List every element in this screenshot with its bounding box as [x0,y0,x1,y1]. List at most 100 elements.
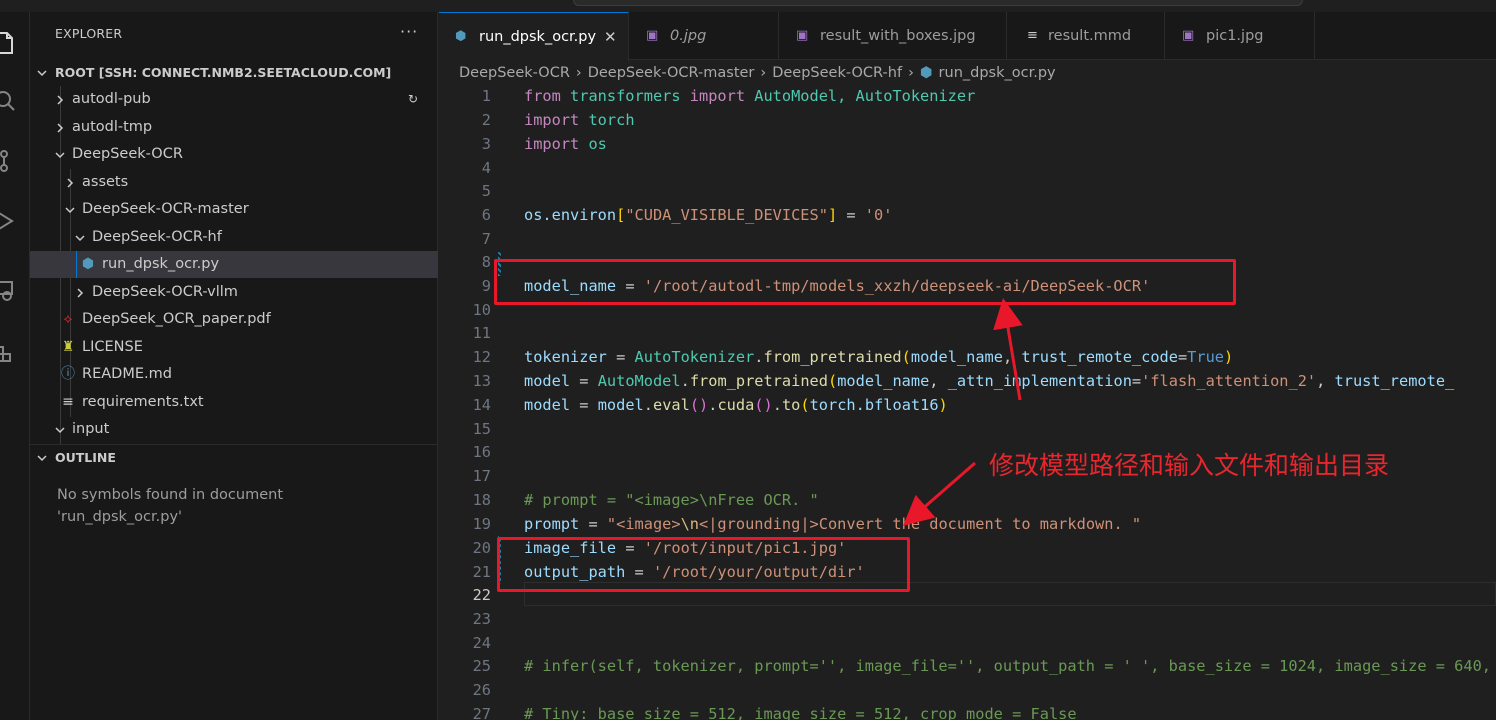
line-number: 10 [472,301,491,319]
chevron-down-icon [36,59,50,89]
line-number: 16 [472,443,491,461]
remote-explorer-icon[interactable] [0,278,18,304]
extensions-icon[interactable] [0,342,18,368]
line-number: 4 [481,159,491,177]
code-line-14: model = model.eval().cuda().to(torch.bfl… [524,396,948,414]
annotation-text: 修改模型路径和输入文件和输出目录 [989,451,1390,480]
breadcrumb-item[interactable]: DeepSeek-OCR-master [588,62,755,84]
line-number: 17 [472,467,491,485]
line-number: 22 [472,586,491,604]
outline-empty-message: No symbols found in document 'run_dpsk_o… [57,487,284,525]
tab-label: pic1.jpg [1206,28,1264,44]
python-icon: ⬢ [455,29,467,44]
tab-result-with-boxes[interactable]: ▣ result_with_boxes.jpg [779,12,1007,60]
tree-item-label: LICENSE [82,339,143,355]
code-line-19: prompt = "<image>\n<|grounding|>Convert … [524,515,1142,533]
tree-item-label: run_dpsk_ocr.py [102,256,220,272]
tree-item-label: assets [82,174,129,190]
line-number: 23 [472,610,491,628]
line-number: 24 [472,634,491,652]
tree-item-label: autodl-pub [72,91,151,107]
tree-item-label: DeepSeek-OCR-master [82,201,249,217]
line-number: 11 [472,324,491,342]
code-line-25: # infer(self, tokenizer, prompt='', imag… [524,657,1491,675]
code-line-13: model = AutoModel.from_pretrained(model_… [524,372,1455,390]
command-center[interactable] [573,0,1303,6]
root-folder[interactable]: ROOT [SSH: CONNECT.NMB2.SEETACLOUD.COM] [30,59,438,86]
info-icon: ⓘ [61,366,75,382]
tab-0-jpg[interactable]: ▣ 0.jpg [629,12,779,60]
code-line-3: import os [524,135,607,153]
tree-item-label: DeepSeek-OCR [72,146,183,162]
tab-label: run_dpsk_ocr.py [479,29,597,45]
image-icon: ▣ [646,28,659,43]
search-icon[interactable] [0,88,18,114]
code-line-18: # prompt = "<image>\nFree OCR. " [524,491,819,509]
breadcrumb: DeepSeek-OCR › DeepSeek-OCR-master › DeepSee… [459,62,1056,84]
line-number: 18 [472,491,491,509]
license-icon: ♜ [61,339,75,355]
text-lines-icon: ≡ [62,394,74,410]
chevron-down-icon [74,224,88,254]
line-number: 8 [481,253,491,271]
tab-label: 0.jpg [670,28,707,44]
tree-item-label: DeepSeek_OCR_paper.pdf [82,311,271,327]
line-number: 12 [472,348,491,366]
tree-item-autodl-pub[interactable]: autodl-pub ↻ [30,86,438,113]
tree-item-autodl-tmp[interactable]: autodl-tmp [30,114,438,141]
image-icon: ▣ [1182,28,1195,43]
tree-item-label: input [72,421,110,437]
line-number: 25 [472,657,491,675]
tree-item-deepseek-ocr-master[interactable]: DeepSeek-OCR-master [30,196,438,223]
line-number: 1 [481,87,491,105]
more-actions-button[interactable]: ··· [400,22,418,41]
chevron-right-icon: › [575,65,582,81]
highlight-box-model-path [494,259,1236,305]
code-editor[interactable]: 1 2 3 4 5 6 7 8 9 10 11 12 13 14 15 16 17 18 19 20 21 22 23 24 2… [439,84,1496,720]
line-number: 7 [481,230,491,248]
tree-item-label: autodl-tmp [72,119,153,135]
tree-item-input[interactable]: input [30,416,438,443]
chevron-down-icon [54,141,68,171]
chevron-right-icon [74,279,88,309]
line-number: 27 [472,705,491,720]
tree-item-paper-pdf[interactable]: ⟡ DeepSeek_OCR_paper.pdf [30,306,438,333]
sync-icon: ↻ [408,92,419,106]
chevron-right-icon [64,169,78,199]
line-number: 9 [481,277,491,295]
tree-item-deepseek-ocr[interactable]: DeepSeek-OCR [30,141,438,168]
tree-item-readme[interactable]: ⓘ README.md [30,361,438,388]
line-number: 6 [481,206,491,224]
chevron-down-icon [36,445,50,474]
breadcrumb-item[interactable]: DeepSeek-OCR [459,62,570,84]
tab-pic1-jpg[interactable]: ▣ pic1.jpg [1165,12,1315,60]
tree-item-assets[interactable]: assets [30,169,438,196]
files-icon[interactable] [0,30,18,56]
breadcrumb-item[interactable]: DeepSeek-OCR-hf [772,62,902,84]
line-number: 14 [472,396,491,414]
tree-item-license[interactable]: ♜ LICENSE [30,334,438,361]
outline-section-header[interactable]: OUTLINE [30,444,438,470]
chevron-down-icon [54,416,68,446]
line-number: 21 [472,563,491,581]
close-icon[interactable]: ✕ [604,13,617,61]
tree-item-requirements[interactable]: ≡ requirements.txt [30,389,438,416]
tree-item-label: requirements.txt [82,394,204,410]
tree-item-deepseek-ocr-vllm[interactable]: DeepSeek-OCR-vllm [30,279,438,306]
tree-item-run-dpsk-ocr[interactable]: ⬢ run_dpsk_ocr.py [30,251,438,278]
tree-item-label: DeepSeek-OCR-vllm [92,284,238,300]
code-line-12: tokenizer = AutoTokenizer.from_pretraine… [524,348,1234,366]
pdf-icon: ⟡ [63,311,73,327]
tab-label: result_with_boxes.jpg [820,28,976,44]
breadcrumb-item[interactable]: run_dpsk_ocr.py [939,62,1056,84]
line-number-gutter: 1 2 3 4 5 6 7 8 9 10 11 12 13 14 15 16 17 18 19 20 21 22 23 24 2… [439,84,499,720]
tree-item-deepseek-ocr-hf[interactable]: DeepSeek-OCR-hf [30,224,438,251]
chevron-right-icon [54,86,68,116]
line-number: 26 [472,681,491,699]
source-control-icon[interactable] [0,148,18,174]
tab-run-dpsk-ocr[interactable]: ⬢ run_dpsk_ocr.py ✕ [439,12,629,61]
run-debug-icon[interactable] [0,208,18,234]
code-line-2: import torch [524,111,635,129]
tab-result-mmd[interactable]: ≡ result.mmd [1007,12,1165,60]
chevron-down-icon [64,196,78,226]
